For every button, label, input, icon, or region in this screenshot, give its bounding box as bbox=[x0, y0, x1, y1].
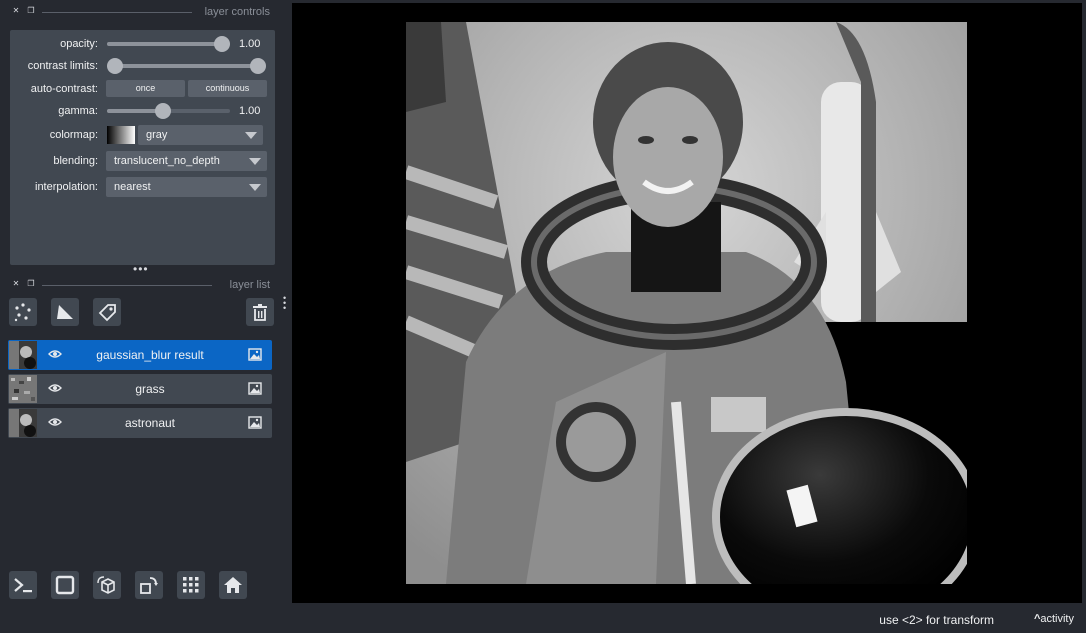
opacity-value: 1.00 bbox=[239, 38, 261, 50]
colormap-swatch bbox=[107, 126, 135, 144]
header-divider bbox=[42, 12, 192, 13]
interpolation-select[interactable]: nearest bbox=[106, 177, 267, 197]
chevron-down-icon bbox=[249, 158, 261, 165]
interpolation-value: nearest bbox=[114, 181, 151, 193]
home-icon bbox=[224, 577, 242, 593]
chevron-down-icon bbox=[245, 132, 257, 139]
ndisplay-icon bbox=[55, 575, 75, 595]
new-points-layer-button[interactable] bbox=[9, 298, 37, 326]
layer-controls-panel: opacity: 1.00 contrast limits: auto-cont… bbox=[10, 30, 275, 265]
layer-controls-header: ✕ ❐ layer controls bbox=[8, 6, 270, 20]
opacity-label: opacity: bbox=[60, 38, 98, 50]
close-dock-icon[interactable]: ✕ bbox=[11, 279, 21, 289]
layer-name: gaussian_blur result bbox=[96, 348, 204, 362]
image-layer-icon bbox=[248, 382, 262, 395]
gamma-label: gamma: bbox=[58, 105, 98, 117]
new-shapes-layer-button[interactable] bbox=[51, 298, 79, 326]
layer-thumbnail bbox=[9, 341, 37, 369]
gamma-slider-handle[interactable] bbox=[155, 103, 171, 119]
activity-button[interactable]: ^activity bbox=[1034, 613, 1074, 625]
blending-value: translucent_no_depth bbox=[114, 155, 220, 167]
astronaut-image bbox=[406, 22, 967, 584]
auto-contrast-once-button[interactable]: once bbox=[106, 80, 185, 97]
close-dock-icon[interactable]: ✕ bbox=[11, 6, 21, 16]
gamma-value: 1.00 bbox=[239, 105, 261, 117]
gamma-slider-fill bbox=[107, 109, 162, 113]
status-message: use <2> for transform bbox=[879, 613, 994, 627]
eye-icon[interactable] bbox=[48, 383, 62, 393]
colormap-value: gray bbox=[146, 129, 168, 141]
console-icon bbox=[14, 578, 32, 593]
opacity-slider-handle[interactable] bbox=[214, 36, 230, 52]
layer-name: astronaut bbox=[124, 416, 176, 430]
contrast-max-handle[interactable] bbox=[250, 58, 266, 74]
splitter-handle[interactable]: ••• bbox=[133, 263, 149, 275]
layer-list-header: ✕ ❐ layer list bbox=[8, 279, 270, 293]
interpolation-label: interpolation: bbox=[35, 181, 98, 193]
labels-icon bbox=[98, 304, 116, 322]
float-dock-icon[interactable]: ❐ bbox=[26, 6, 36, 16]
blending-label: blending: bbox=[53, 155, 98, 167]
points-icon bbox=[14, 303, 31, 322]
layer-thumbnail bbox=[9, 375, 37, 403]
auto-contrast-continuous-button[interactable]: continuous bbox=[188, 80, 267, 97]
layer-row-grass[interactable]: grass bbox=[8, 374, 272, 404]
reset-view-button[interactable] bbox=[219, 571, 247, 599]
roll-icon bbox=[97, 576, 115, 594]
new-labels-layer-button[interactable] bbox=[93, 298, 121, 326]
colormap-select[interactable]: gray bbox=[138, 125, 263, 145]
layer-row-gaussian-blur-result[interactable]: gaussian_blur result bbox=[8, 340, 272, 370]
auto-contrast-label: auto-contrast: bbox=[30, 83, 98, 95]
grid-view-button[interactable] bbox=[177, 571, 205, 599]
chevron-down-icon bbox=[249, 184, 261, 191]
opacity-slider-fill bbox=[107, 42, 224, 46]
more-options-icon[interactable]: • • • bbox=[283, 294, 287, 313]
layer-controls-title: layer controls bbox=[204, 6, 270, 18]
contrast-min-handle[interactable] bbox=[107, 58, 123, 74]
console-button[interactable] bbox=[9, 571, 37, 599]
transpose-icon bbox=[140, 577, 158, 594]
header-divider bbox=[42, 285, 212, 286]
ndisplay-button[interactable] bbox=[51, 571, 79, 599]
layer-name: grass bbox=[135, 382, 165, 396]
roll-dimensions-button[interactable] bbox=[93, 571, 121, 599]
image-layer-icon bbox=[248, 416, 262, 429]
delete-layer-button[interactable] bbox=[246, 298, 274, 326]
eye-icon[interactable] bbox=[48, 349, 62, 359]
contrast-limits-slider[interactable] bbox=[114, 64, 259, 68]
image-layer-icon bbox=[248, 348, 262, 361]
activity-label: activity bbox=[1040, 613, 1074, 625]
eye-icon[interactable] bbox=[48, 417, 62, 427]
layer-list-title: layer list bbox=[229, 279, 270, 291]
float-dock-icon[interactable]: ❐ bbox=[26, 279, 36, 289]
layer-thumbnail bbox=[9, 409, 37, 437]
colormap-label: colormap: bbox=[49, 129, 98, 141]
blending-select[interactable]: translucent_no_depth bbox=[106, 151, 267, 171]
shapes-icon bbox=[57, 305, 73, 319]
grid-icon bbox=[183, 577, 199, 593]
transpose-dimensions-button[interactable] bbox=[135, 571, 163, 599]
layer-row-astronaut[interactable]: astronaut bbox=[8, 408, 272, 438]
contrast-limits-label: contrast limits: bbox=[27, 60, 98, 72]
delete-icon bbox=[253, 304, 267, 321]
